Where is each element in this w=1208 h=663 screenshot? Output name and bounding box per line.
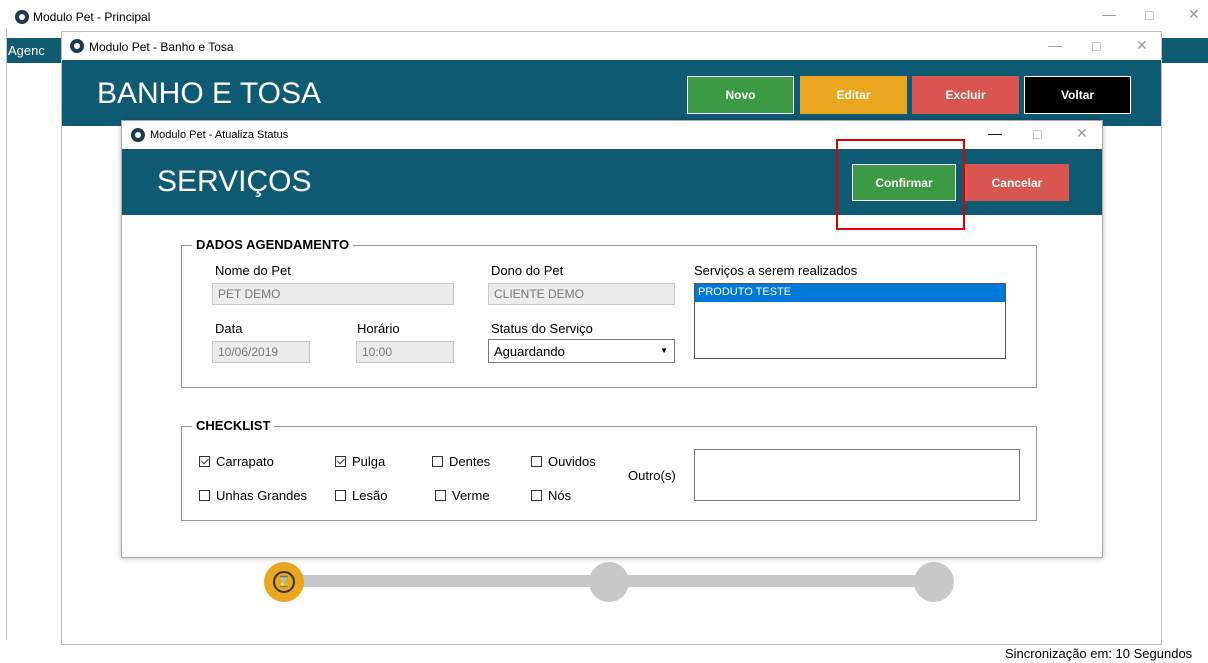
outros-textarea[interactable] — [694, 449, 1020, 501]
checkbox-dentes[interactable]: Dentes — [432, 454, 490, 469]
voltar-button-label: Voltar — [1060, 88, 1095, 102]
banho-maximize-button[interactable]: □ — [1092, 38, 1100, 54]
banho-minimize-button[interactable]: — — [1048, 37, 1062, 53]
checkbox-pulga-box[interactable] — [335, 456, 346, 467]
dialog-minimize-button[interactable]: — — [988, 125, 1002, 141]
main-window-border — [6, 28, 7, 640]
servicos-label: Serviços a serem realizados — [694, 263, 858, 278]
chevron-down-icon: ▼ — [660, 346, 668, 355]
dono-pet-label: Dono do Pet — [491, 263, 564, 278]
excluir-button-label: Excluir — [945, 88, 986, 102]
horario-field[interactable]: 10:00 — [356, 341, 454, 363]
checkbox-unhas-grandes-label: Unhas Grandes — [216, 488, 308, 503]
checkbox-lesao[interactable]: Lesão — [335, 488, 387, 503]
checklist-group: CHECKLIST Carrapato Pulga Dentes Ouvidos… — [181, 418, 1037, 521]
dialog-paw-icon — [131, 128, 145, 142]
status-servico-select[interactable]: Aguardando ▼ — [488, 339, 675, 363]
banho-header-title: BANHO E TOSA — [97, 77, 321, 110]
banho-close-button[interactable]: ✕ — [1136, 37, 1148, 54]
status-servico-label: Status do Serviço — [491, 321, 593, 336]
checkbox-pulga-label: Pulga — [352, 454, 386, 469]
checkbox-verme-box[interactable] — [435, 490, 446, 501]
dialog-close-button[interactable]: ✕ — [1076, 125, 1088, 142]
servicos-listbox[interactable]: PRODUTO TESTE — [694, 283, 1006, 359]
checkbox-unhas-grandes-box[interactable] — [199, 490, 210, 501]
main-maximize-button[interactable]: □ — [1145, 7, 1153, 23]
checklist-title: CHECKLIST — [192, 418, 275, 433]
banho-header: BANHO E TOSA Novo Editar Excluir Voltar — [62, 60, 1161, 126]
dados-agendamento-group: DADOS AGENDAMENTO Nome do Pet PET DEMO D… — [181, 237, 1037, 388]
dono-pet-field[interactable]: CLIENTE DEMO — [488, 283, 675, 305]
checkbox-carrapato[interactable]: Carrapato — [199, 454, 274, 469]
outros-label: Outro(s) — [628, 468, 676, 483]
list-item[interactable]: PRODUTO TESTE — [695, 284, 1005, 302]
checkbox-ouvidos-box[interactable] — [531, 456, 542, 467]
main-window-title: Modulo Pet - Principal — [33, 10, 151, 24]
banho-paw-icon — [70, 39, 84, 53]
checkbox-lesao-label: Lesão — [352, 488, 388, 503]
excluir-button[interactable]: Excluir — [912, 76, 1019, 114]
checkbox-verme-label: Verme — [452, 488, 490, 503]
hourglass-icon: ⌛ — [273, 571, 295, 593]
data-field[interactable]: 10/06/2019 — [212, 341, 310, 363]
checkbox-unhas-grandes[interactable]: Unhas Grandes — [199, 488, 307, 503]
checkbox-nos-box[interactable] — [531, 490, 542, 501]
checkbox-nos[interactable]: Nós — [531, 488, 571, 503]
checkbox-nos-label: Nós — [548, 488, 572, 503]
cancelar-button[interactable]: Cancelar — [965, 164, 1069, 201]
checkbox-carrapato-label: Carrapato — [216, 454, 274, 469]
menu-item-agenda[interactable]: Agenc — [8, 43, 45, 58]
progress-step-2[interactable] — [589, 562, 629, 602]
banho-window-title: Modulo Pet - Banho e Tosa — [89, 40, 234, 54]
dialog-window-title: Modulo Pet - Atualiza Status — [150, 129, 289, 141]
checkbox-dentes-box[interactable] — [432, 456, 443, 467]
checkbox-dentes-label: Dentes — [449, 454, 491, 469]
app-paw-icon — [15, 10, 29, 24]
novo-button[interactable]: Novo — [687, 76, 794, 114]
voltar-button[interactable]: Voltar — [1024, 76, 1131, 114]
dialog-header-title: SERVIÇOS — [157, 165, 312, 198]
checkbox-carrapato-box[interactable] — [199, 456, 210, 467]
status-servico-value: Aguardando — [494, 344, 565, 359]
sync-status-text: Sincronização em: 10 Segundos — [1005, 646, 1193, 661]
editar-button[interactable]: Editar — [800, 76, 907, 114]
main-minimize-button[interactable]: — — [1102, 6, 1116, 22]
cancelar-button-label: Cancelar — [991, 175, 1043, 190]
checkbox-ouvidos-label: Ouvidos — [548, 454, 596, 469]
dialog-maximize-button[interactable]: □ — [1033, 126, 1041, 142]
checkbox-pulga[interactable]: Pulga — [335, 454, 385, 469]
main-close-button[interactable]: ✕ — [1188, 6, 1200, 23]
editar-button-label: Editar — [836, 88, 871, 102]
checkbox-ouvidos[interactable]: Ouvidos — [531, 454, 596, 469]
checkbox-verme[interactable]: Verme — [435, 488, 490, 503]
highlight-box — [836, 139, 965, 230]
nome-pet-label: Nome do Pet — [215, 263, 291, 278]
data-label: Data — [215, 321, 243, 336]
progress-step-1[interactable]: ⌛ — [264, 562, 304, 602]
progress-step-3[interactable] — [914, 562, 954, 602]
horario-label: Horário — [357, 321, 400, 336]
nome-pet-field[interactable]: PET DEMO — [212, 283, 454, 305]
dados-agendamento-title: DADOS AGENDAMENTO — [192, 237, 354, 252]
novo-button-label: Novo — [725, 88, 756, 102]
checkbox-lesao-box[interactable] — [335, 490, 346, 501]
